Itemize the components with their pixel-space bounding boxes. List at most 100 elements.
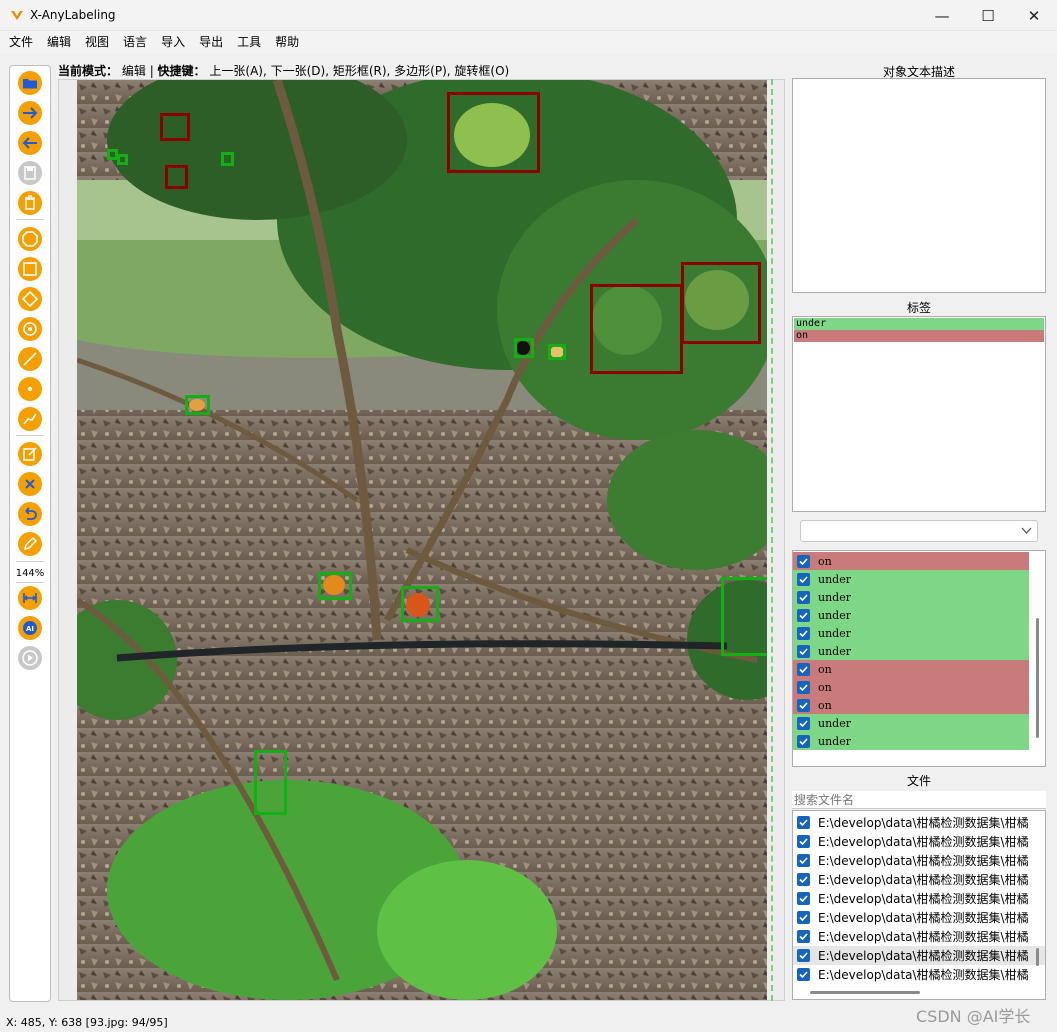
delete-file-button[interactable] [18, 191, 42, 215]
menu-view[interactable]: 视图 [78, 31, 116, 53]
shape-visibility-checkbox[interactable] [797, 734, 810, 748]
bbox-on[interactable] [160, 113, 190, 141]
rectangle-tool-button[interactable] [18, 257, 42, 281]
check-icon [799, 719, 808, 727]
bbox-on[interactable] [447, 92, 540, 173]
menu-edit[interactable]: 编辑 [40, 31, 78, 53]
label-list-item[interactable]: under [794, 318, 1044, 330]
shape-list-item[interactable]: under [793, 606, 1029, 624]
bbox-under[interactable] [514, 338, 534, 358]
bbox-under[interactable] [548, 344, 566, 360]
file-checkbox[interactable] [797, 949, 810, 962]
rotation-tool-button[interactable] [18, 287, 42, 311]
menu-help[interactable]: 帮助 [268, 31, 306, 53]
file-checkbox[interactable] [797, 854, 810, 867]
shape-visibility-checkbox[interactable] [797, 608, 810, 622]
run-button[interactable] [18, 646, 42, 670]
shape-list-item[interactable]: on [793, 660, 1029, 678]
bbox-under[interactable] [254, 750, 287, 815]
label-filter-dropdown[interactable] [800, 520, 1038, 542]
close-button[interactable]: ✕ [1011, 0, 1057, 31]
label-list-item[interactable]: on [794, 330, 1044, 342]
prev-image-button[interactable] [18, 131, 42, 155]
bbox-under[interactable] [401, 586, 439, 622]
menu-import[interactable]: 导入 [154, 31, 192, 53]
bbox-under[interactable] [721, 577, 767, 656]
shape-list-item[interactable]: under [793, 732, 1029, 750]
file-list-item[interactable]: E:\develop\data\柑橘检测数据集\柑橘 [793, 813, 1045, 832]
shape-visibility-checkbox[interactable] [797, 716, 810, 730]
file-list-item[interactable]: E:\develop\data\柑橘检测数据集\柑橘 [793, 851, 1045, 870]
maximize-button[interactable]: ☐ [965, 0, 1011, 31]
file-list-item[interactable]: E:\develop\data\柑橘检测数据集\柑橘 [793, 889, 1045, 908]
file-list-hscrollbar[interactable] [810, 991, 920, 994]
menu-tools[interactable]: 工具 [230, 31, 268, 53]
shape-visibility-checkbox[interactable] [797, 698, 810, 712]
file-list-item[interactable]: E:\develop\data\柑橘检测数据集\柑橘 [793, 908, 1045, 927]
undo-button[interactable] [18, 502, 42, 526]
description-textbox[interactable] [792, 78, 1046, 293]
zoom-level[interactable]: 144% [10, 568, 50, 579]
file-checkbox[interactable] [797, 930, 810, 943]
menu-language[interactable]: 语言 [116, 31, 154, 53]
shape-list-scrollbar[interactable] [1036, 618, 1039, 738]
line-tool-button[interactable] [18, 347, 42, 371]
shape-visibility-checkbox[interactable] [797, 554, 810, 568]
fit-width-button[interactable] [18, 586, 42, 610]
file-list-item[interactable]: E:\develop\data\柑橘检测数据集\柑橘 [793, 832, 1045, 851]
bbox-on[interactable] [165, 165, 188, 189]
save-button[interactable] [18, 161, 42, 185]
next-image-button[interactable] [18, 101, 42, 125]
bbox-under[interactable] [117, 154, 128, 165]
delete-shape-button[interactable] [18, 472, 42, 496]
shape-list-item[interactable]: under [793, 588, 1029, 606]
shape-list-item[interactable]: under [793, 624, 1029, 642]
bbox-on[interactable] [590, 284, 683, 374]
file-checkbox[interactable] [797, 911, 810, 924]
shape-visibility-checkbox[interactable] [797, 680, 810, 694]
file-search-input[interactable] [792, 791, 1046, 809]
image-canvas[interactable] [58, 79, 785, 1001]
check-icon [799, 838, 808, 846]
file-checkbox[interactable] [797, 835, 810, 848]
file-path: E:\develop\data\柑橘检测数据集\柑橘 [818, 892, 1029, 906]
polygon-tool-button[interactable] [18, 227, 42, 251]
shape-visibility-checkbox[interactable] [797, 644, 810, 658]
shape-list-item[interactable]: on [793, 696, 1029, 714]
file-list-item[interactable]: E:\develop\data\柑橘检测数据集\柑橘 [793, 946, 1045, 965]
shape-label: under [818, 608, 851, 622]
edit-button[interactable] [18, 442, 42, 466]
shape-visibility-checkbox[interactable] [797, 572, 810, 586]
file-checkbox[interactable] [797, 892, 810, 905]
shape-list-item[interactable]: under [793, 714, 1029, 732]
open-button[interactable] [18, 71, 42, 95]
brightness-button[interactable] [18, 532, 42, 556]
menu-export[interactable]: 导出 [192, 31, 230, 53]
shape-list-item[interactable]: on [793, 678, 1029, 696]
minimize-button[interactable]: — [919, 0, 965, 31]
shape-visibility-checkbox[interactable] [797, 662, 810, 676]
auto-labeling-button[interactable]: AI [18, 616, 42, 640]
file-list-vscrollbar[interactable] [1036, 948, 1039, 966]
circle-tool-button[interactable] [18, 317, 42, 341]
file-list-item[interactable]: E:\develop\data\柑橘检测数据集\柑橘 [793, 965, 1045, 984]
menu-file[interactable]: 文件 [2, 31, 40, 53]
shape-list-item[interactable]: under [793, 570, 1029, 588]
bbox-under[interactable] [185, 395, 210, 415]
bbox-on[interactable] [681, 262, 761, 344]
shape-visibility-checkbox[interactable] [797, 626, 810, 640]
point-tool-button[interactable] [18, 377, 42, 401]
shape-visibility-checkbox[interactable] [797, 590, 810, 604]
play-icon [18, 646, 42, 670]
linestrip-tool-button[interactable] [18, 407, 42, 431]
shape-list-item[interactable]: on [793, 552, 1029, 570]
file-checkbox[interactable] [797, 816, 810, 829]
file-list-item[interactable]: E:\develop\data\柑橘检测数据集\柑橘 [793, 927, 1045, 946]
file-checkbox[interactable] [797, 873, 810, 886]
file-list-item[interactable]: E:\develop\data\柑橘检测数据集\柑橘 [793, 870, 1045, 889]
shape-label: on [818, 680, 832, 694]
shape-list-item[interactable]: under [793, 642, 1029, 660]
file-checkbox[interactable] [797, 968, 810, 981]
bbox-under[interactable] [318, 572, 352, 600]
bbox-under[interactable] [221, 152, 234, 166]
